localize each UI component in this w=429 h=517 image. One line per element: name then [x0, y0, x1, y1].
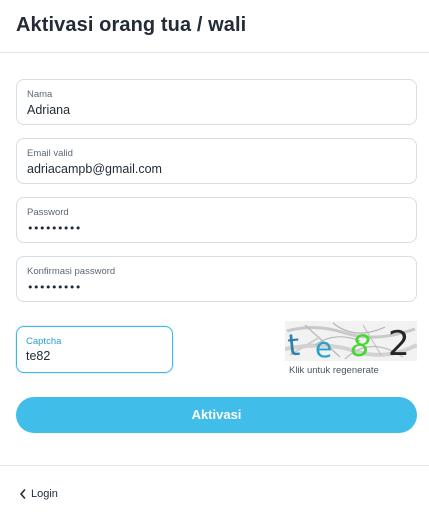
chevron-left-icon	[20, 489, 26, 499]
password-label: Password	[27, 207, 69, 218]
captcha-char-4: 2	[388, 324, 410, 361]
page-header: Aktivasi orang tua / wali	[0, 0, 429, 53]
captcha-regenerate-hint[interactable]: Klik untuk regenerate	[289, 365, 379, 376]
password-input[interactable]: •••••••••	[27, 222, 81, 235]
nama-input[interactable]: Adriana	[27, 103, 70, 117]
captcha-char-3: 8	[349, 328, 372, 361]
email-input[interactable]: adriacampb@gmail.com	[27, 162, 162, 176]
captcha-image[interactable]: t e 8 2	[285, 321, 417, 361]
login-link-label[interactable]: Login	[31, 488, 58, 500]
nama-field[interactable]: Nama Adriana	[16, 79, 417, 125]
nama-label: Nama	[27, 89, 53, 100]
confirm-password-field[interactable]: Konfirmasi password •••••••••	[16, 256, 417, 302]
footer-divider	[0, 465, 429, 466]
email-label: Email valid	[27, 148, 73, 159]
page-title: Aktivasi orang tua / wali	[16, 14, 247, 36]
confirm-password-input[interactable]: •••••••••	[27, 281, 81, 294]
confirm-password-label: Konfirmasi password	[27, 266, 116, 277]
captcha-field[interactable]: Captcha te82	[16, 326, 173, 373]
aktivasi-button[interactable]: Aktivasi	[16, 397, 417, 433]
email-field[interactable]: Email valid adriacampb@gmail.com	[16, 138, 417, 184]
captcha-input[interactable]: te82	[26, 349, 50, 363]
captcha-label: Captcha	[26, 336, 62, 347]
captcha-char-2: e	[315, 331, 332, 361]
password-field[interactable]: Password •••••••••	[16, 197, 417, 243]
login-back-link[interactable]: Login	[18, 487, 58, 501]
